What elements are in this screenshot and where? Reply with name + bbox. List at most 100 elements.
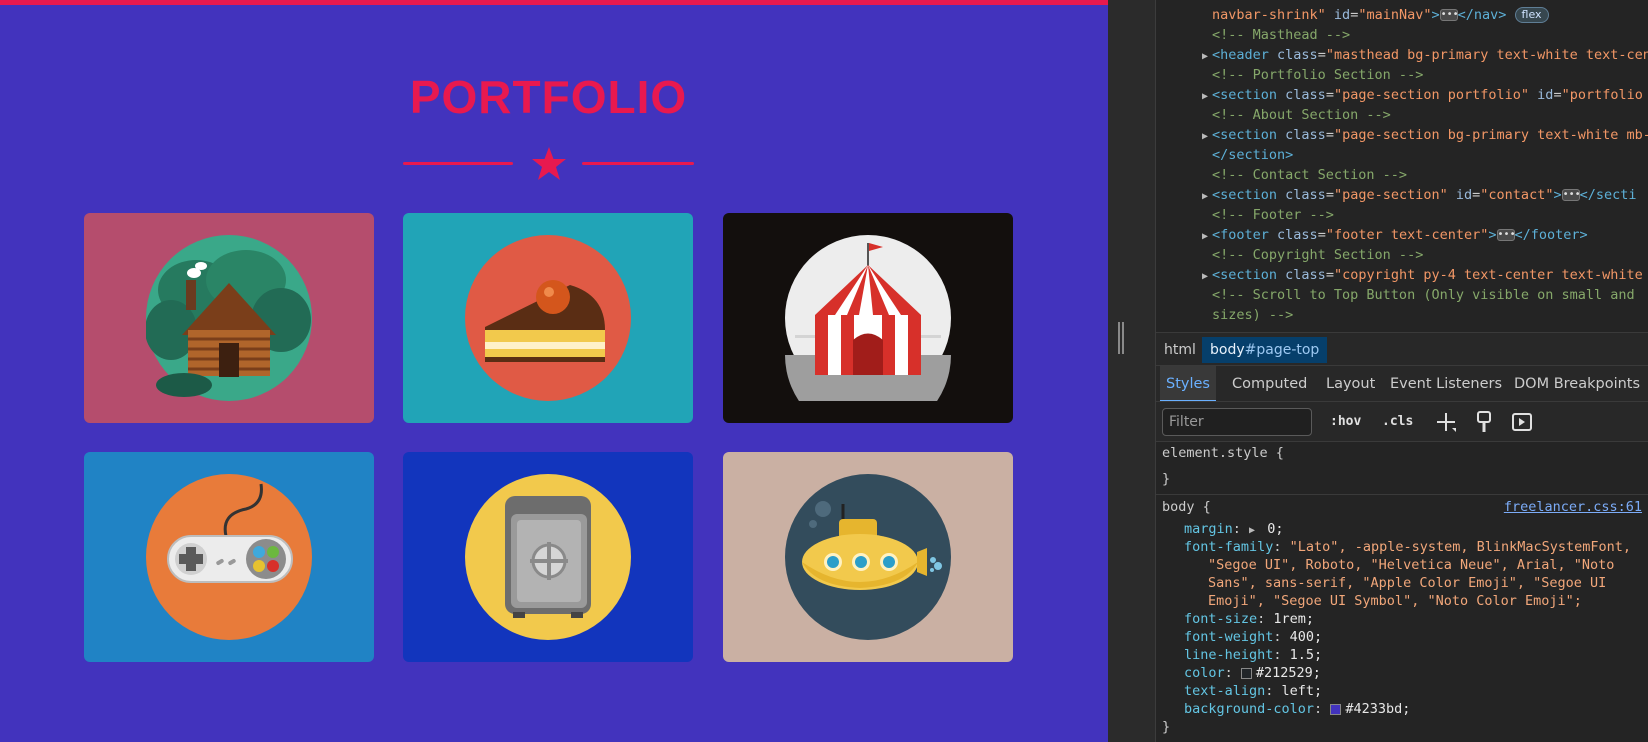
open-tag: <section <box>1212 127 1278 143</box>
styles-pane[interactable]: element.style { } body { freelancer.css:… <box>1156 442 1648 742</box>
prop-name: line-height <box>1184 647 1274 663</box>
attr-value: "mainNav" <box>1358 7 1432 23</box>
expand-triangle-icon[interactable]: ▶ <box>1202 227 1212 247</box>
breadcrumb-body[interactable]: body#page-top <box>1202 337 1328 363</box>
dom-tree[interactable]: navbar-shrink" id="mainNav">•••</nav> fl… <box>1156 0 1648 332</box>
prop-value: left; <box>1281 683 1323 699</box>
game-controller-icon <box>146 474 312 640</box>
prop-value-cont: Sans", sans-serif, "Apple Color Emoji", … <box>1208 575 1607 591</box>
prop-value: #212529; <box>1255 665 1321 681</box>
open-tag: <section <box>1212 87 1278 103</box>
rule-close-brace: } <box>1162 471 1171 487</box>
ellipsis-icon[interactable]: ••• <box>1439 9 1459 21</box>
dom-comment-portfolio[interactable]: <!-- Portfolio Section --> <box>1212 65 1423 85</box>
tag-bracket: > <box>1553 187 1562 203</box>
prop-name: text-align <box>1184 683 1266 699</box>
portfolio-item-cabin[interactable] <box>84 213 374 423</box>
expand-triangle-icon[interactable]: ▶ <box>1202 267 1212 287</box>
prop-name: font-family <box>1184 539 1274 555</box>
attr-value: "contact" <box>1480 187 1554 203</box>
dom-line-footer[interactable]: ▶ <footer class="footer text-center">•••<… <box>1202 225 1588 245</box>
tab-event-listeners[interactable]: Event Listeners <box>1384 366 1508 401</box>
dom-comment-footer[interactable]: <!-- Footer --> <box>1212 205 1334 225</box>
dom-comment-scroll[interactable]: <!-- Scroll to Top Button (Only visible … <box>1212 285 1635 305</box>
portfolio-item-submarine[interactable] <box>723 452 1013 662</box>
ellipsis-icon[interactable]: ••• <box>1561 189 1581 201</box>
dom-comment-about[interactable]: <!-- About Section --> <box>1212 105 1391 125</box>
portfolio-item-circus[interactable] <box>723 213 1013 423</box>
decl-font-family[interactable]: font-family: "Lato", -apple-system, Blin… <box>1184 538 1631 556</box>
divider-line-left <box>403 162 513 165</box>
dom-line-nav[interactable]: navbar-shrink" id="mainNav">•••</nav> fl… <box>1212 5 1549 25</box>
tab-dom-breakpoints[interactable]: DOM Breakpoints <box>1508 366 1646 401</box>
expand-triangle-icon[interactable]: ▶ <box>1202 47 1212 67</box>
hov-toggle[interactable]: :hov <box>1330 410 1361 434</box>
decl-margin[interactable]: margin: ▶ 0; <box>1184 520 1283 538</box>
selector-body: body { <box>1162 499 1211 515</box>
portfolio-heading: PORTFOLIO <box>409 71 688 123</box>
tab-computed[interactable]: Computed <box>1226 366 1313 401</box>
prop-name: font-weight <box>1184 629 1274 645</box>
filter-input[interactable] <box>1162 408 1312 436</box>
cls-toggle[interactable]: .cls <box>1382 410 1413 434</box>
flex-badge[interactable]: flex <box>1514 7 1549 23</box>
eq: = <box>1325 127 1334 143</box>
decl-font-weight[interactable]: font-weight: 400; <box>1184 628 1322 646</box>
decl-color[interactable]: color: #212529; <box>1184 664 1321 682</box>
prop-value-cont: "Segoe UI", Roboto, "Helvetica Neue", Ar… <box>1208 557 1615 573</box>
attr-name: class <box>1285 127 1326 143</box>
eq: = <box>1317 47 1326 63</box>
dom-comment-contact[interactable]: <!-- Contact Section --> <box>1212 165 1407 185</box>
expand-triangle-icon[interactable]: ▶ <box>1202 187 1212 207</box>
attr-name: id <box>1455 187 1473 203</box>
tag-bracket: > <box>1431 7 1440 23</box>
portfolio-item-game-controller[interactable] <box>84 452 374 662</box>
dom-comment-copyright[interactable]: <!-- Copyright Section --> <box>1212 245 1423 265</box>
dom-close-section[interactable]: </section> <box>1212 145 1293 165</box>
dom-line-section-contact[interactable]: ▶ <section class="page-section" id="conta… <box>1202 185 1637 205</box>
dom-line-section-about[interactable]: ▶ <section class="page-section bg-primary… <box>1202 125 1648 145</box>
paint-brush-icon[interactable] <box>1472 410 1496 434</box>
expand-triangle-icon[interactable]: ▶ <box>1202 87 1212 107</box>
source-link[interactable]: freelancer.css:61 <box>1504 498 1642 516</box>
tab-layout[interactable]: Layout <box>1320 366 1381 401</box>
prop-value: #4233bd; <box>1345 701 1411 717</box>
color-swatch[interactable] <box>1240 667 1252 679</box>
expand-triangle-icon[interactable]: ▶ <box>1202 127 1212 147</box>
close-tag: </footer> <box>1514 227 1588 243</box>
attr-value: "portfolio <box>1561 87 1643 103</box>
dom-line-header[interactable]: ▶ <header class="masthead bg-primary text… <box>1202 45 1648 65</box>
portfolio-item-cake[interactable] <box>403 213 693 423</box>
toggle-sidebar-icon[interactable] <box>1510 410 1534 434</box>
decl-background-color[interactable]: background-color: #4233bd; <box>1184 700 1410 718</box>
breadcrumb-html[interactable]: html <box>1156 337 1204 363</box>
divider-line-right <box>582 162 694 165</box>
dom-line-section-copyright[interactable]: ▶ <section class="copyright py-4 text-cen… <box>1202 265 1643 285</box>
attr-value: "page-section bg-primary text-white mb- <box>1333 127 1648 143</box>
rule-element-style[interactable]: element.style { <box>1162 444 1284 462</box>
attr-value: "footer text-center" <box>1325 227 1489 243</box>
page-viewport: PORTFOLIO <box>0 0 1108 742</box>
panel-resizer-handle[interactable] <box>1118 322 1124 354</box>
decl-line-height[interactable]: line-height: 1.5; <box>1184 646 1322 664</box>
attr-name: class <box>1285 267 1326 283</box>
prop-value: 400; <box>1289 629 1323 645</box>
tab-styles[interactable]: Styles <box>1160 366 1216 401</box>
new-style-rule-icon[interactable] <box>1434 410 1458 434</box>
ellipsis-icon[interactable]: ••• <box>1496 229 1516 241</box>
decl-text-align[interactable]: text-align: left; <box>1184 682 1322 700</box>
dom-comment-scroll-cont: sizes) --> <box>1212 307 1294 323</box>
circus-tent-icon <box>785 235 951 401</box>
cabin-icon <box>146 235 312 401</box>
eq: = <box>1325 267 1334 283</box>
attr-name: class <box>1285 187 1326 203</box>
dom-comment-masthead[interactable]: <!-- Masthead --> <box>1212 25 1350 45</box>
open-tag: <header <box>1212 47 1269 63</box>
rule-body[interactable]: body { freelancer.css:61 <box>1162 498 1642 516</box>
color-swatch[interactable] <box>1330 703 1342 715</box>
dom-line-section-portfolio[interactable]: ▶ <section class="page-section portfolio"… <box>1202 85 1643 105</box>
cake-icon <box>465 235 631 401</box>
portfolio-item-safe[interactable] <box>403 452 693 662</box>
decl-font-size[interactable]: font-size: 1rem; <box>1184 610 1314 628</box>
breadcrumb-body-id: #page-top <box>1244 342 1320 358</box>
